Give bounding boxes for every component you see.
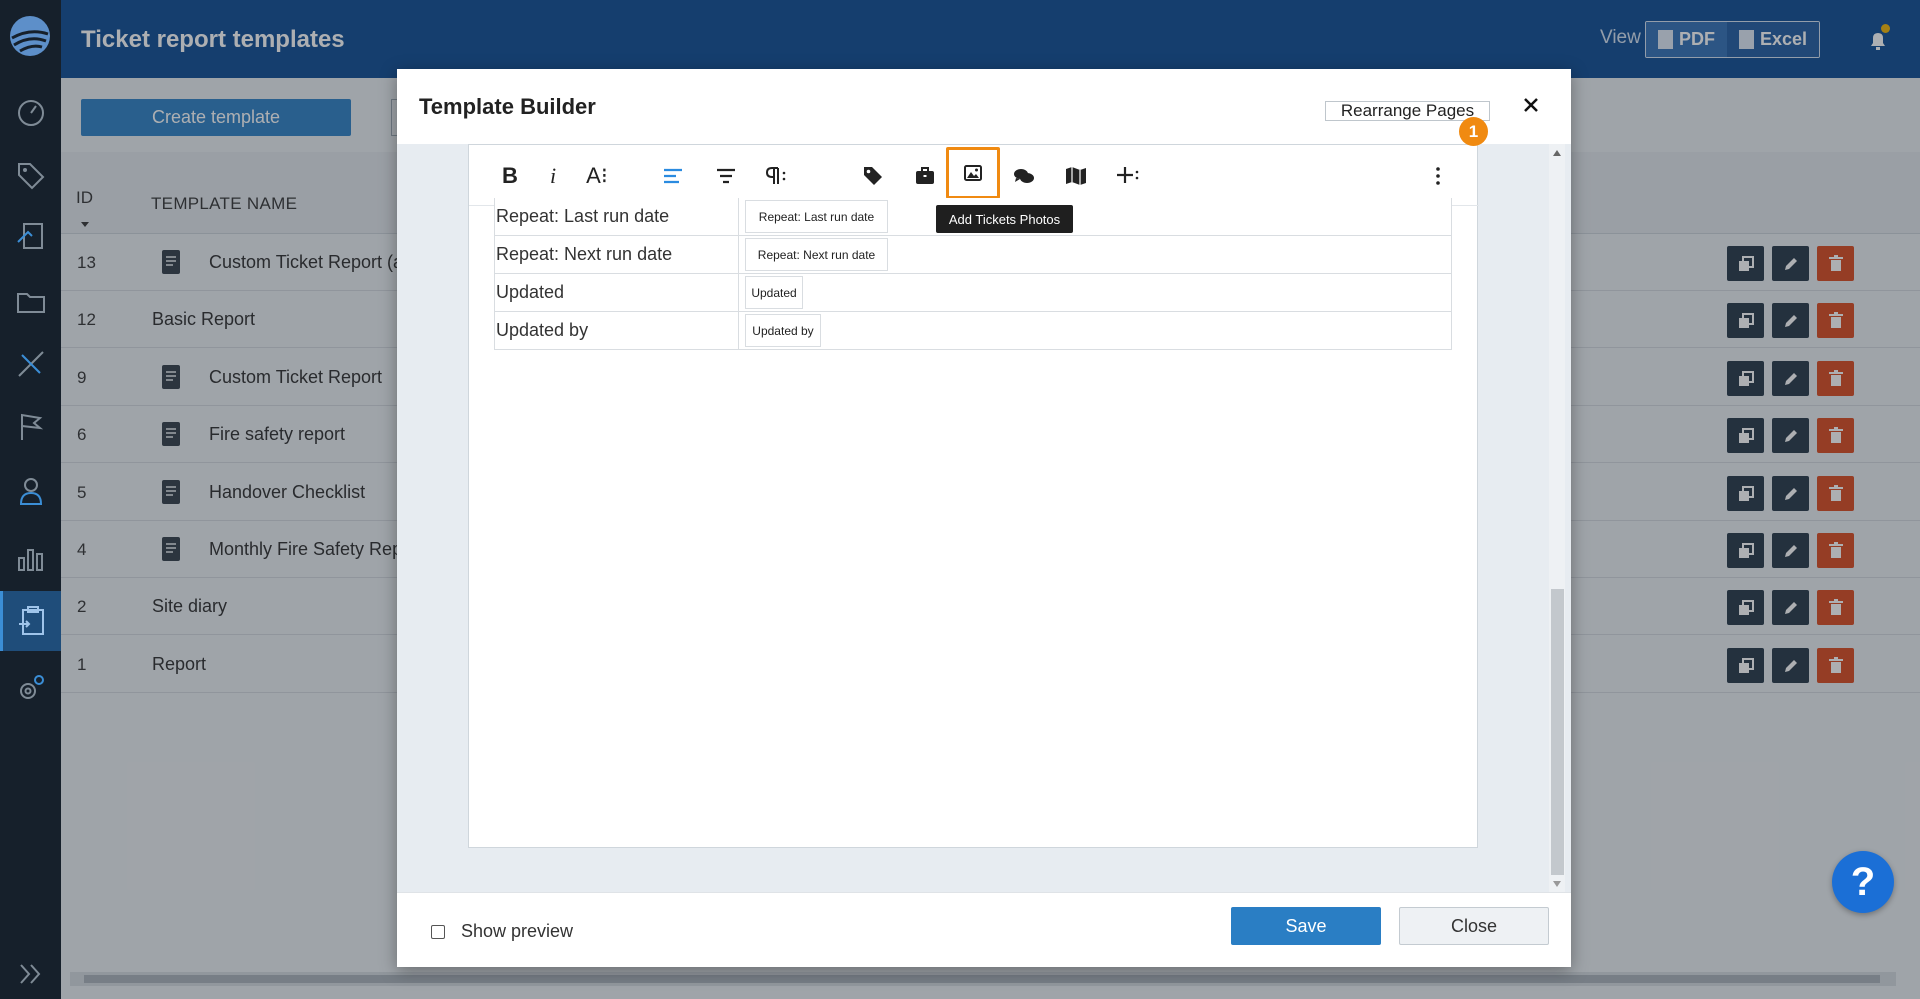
paragraph-icon [765, 167, 786, 184]
column-divider [738, 312, 739, 349]
field-placeholder-chip[interactable]: Updated [745, 276, 803, 309]
modal-footer: Show preview Save Close [397, 892, 1571, 967]
field-label: Updated by [496, 320, 589, 340]
italic-button[interactable]: i [531, 156, 575, 196]
align-center-button[interactable] [704, 156, 748, 196]
field-placeholder-chip[interactable]: Repeat: Last run date [745, 200, 888, 233]
column-divider [738, 274, 739, 311]
field-placeholder-chip[interactable]: Updated by [745, 314, 821, 347]
tickets-icon[interactable] [0, 209, 61, 265]
field-row[interactable]: Updated Updated [494, 274, 1452, 312]
show-preview-checkbox[interactable] [431, 925, 445, 939]
image-icon [964, 165, 982, 181]
field-row[interactable]: Repeat: Next run date Repeat: Next run da… [494, 236, 1452, 274]
add-tickets-photos-button[interactable]: 1 [946, 117, 1488, 199]
plus-icon [1117, 167, 1139, 183]
bold-button[interactable]: B [488, 156, 532, 196]
folder-icon[interactable] [0, 274, 61, 330]
comments-icon [1014, 169, 1034, 183]
modal-body: B i A⁝ 1 Add Tickets Photos Repeat: Last… [397, 117, 1571, 892]
dashboard-icon[interactable] [0, 85, 61, 141]
map-icon [1066, 167, 1086, 185]
field-label: Repeat: Next run date [496, 244, 673, 264]
font-size-button[interactable]: A⁝ [575, 156, 619, 196]
field-label: Repeat: Last run date [496, 206, 670, 226]
user-icon[interactable] [0, 463, 61, 519]
briefcase-icon [916, 167, 934, 184]
tag-icon [864, 167, 882, 185]
scroll-down-arrow[interactable] [1553, 881, 1561, 887]
tools-icon[interactable] [0, 336, 61, 392]
map-button[interactable] [1054, 156, 1098, 196]
align-left-icon [664, 168, 682, 184]
app-logo[interactable] [8, 14, 52, 58]
template-builder-modal: Template Builder Rearrange Pages B i A⁝ [397, 69, 1571, 967]
close-icon[interactable] [1519, 93, 1543, 117]
column-divider [738, 236, 739, 273]
tooltip-add-tickets-photos: Add Tickets Photos [936, 205, 1073, 233]
report-templates-icon[interactable] [0, 591, 61, 651]
save-button[interactable]: Save [1231, 907, 1381, 945]
help-button[interactable]: ? [1832, 851, 1894, 913]
scroll-up-arrow[interactable] [1553, 150, 1561, 156]
scrollbar-thumb[interactable] [1551, 589, 1564, 875]
briefcase-button[interactable] [903, 156, 947, 196]
analytics-icon[interactable] [0, 530, 61, 586]
editor-toolbar: B i A⁝ 1 [469, 117, 1488, 206]
settings-icon[interactable] [0, 660, 61, 716]
expand-sidebar-icon[interactable] [0, 946, 61, 999]
more-options-button[interactable] [1416, 156, 1460, 196]
flag-icon[interactable] [0, 399, 61, 455]
template-page: B i A⁝ 1 Add Tickets Photos Repeat: Last… [468, 117, 1488, 848]
comments-button[interactable] [1002, 156, 1046, 196]
column-divider [738, 198, 739, 235]
show-preview-label[interactable]: Show preview [461, 921, 573, 942]
close-button[interactable]: Close [1399, 907, 1549, 945]
tags-icon[interactable] [0, 148, 61, 204]
align-center-icon [717, 168, 735, 184]
step-badge: 1 [1459, 117, 1488, 146]
align-left-button[interactable] [651, 156, 695, 196]
field-placeholder-chip[interactable]: Repeat: Next run date [745, 238, 888, 271]
field-row[interactable]: Updated by Updated by [494, 312, 1452, 350]
modal-vertical-scrollbar[interactable] [1549, 144, 1565, 892]
insert-more-button[interactable] [1106, 156, 1150, 196]
modal-title: Template Builder [419, 94, 596, 119]
field-label: Updated [496, 282, 565, 302]
kebab-menu-icon [1436, 167, 1440, 185]
tag-button[interactable] [851, 156, 895, 196]
paragraph-button[interactable] [754, 156, 798, 196]
sidebar [0, 0, 61, 999]
